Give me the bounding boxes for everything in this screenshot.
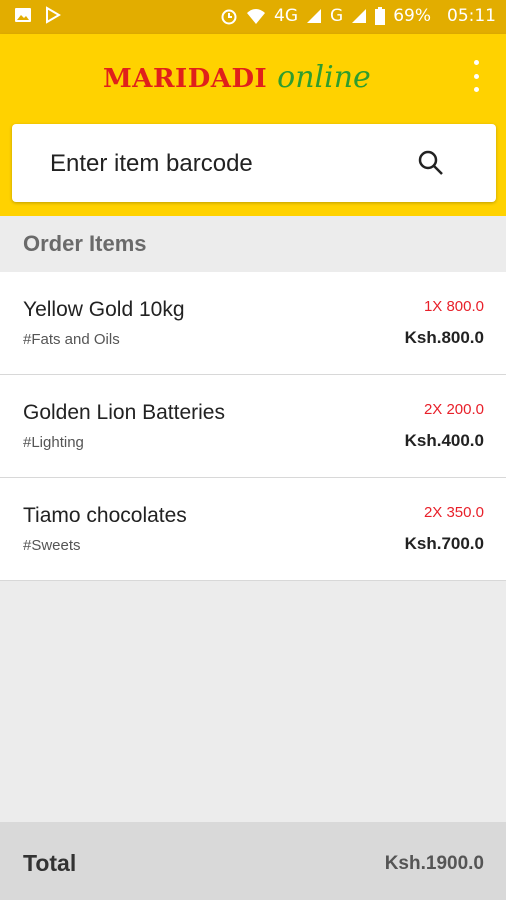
status-bar-left (14, 6, 62, 24)
status-bar: 4G G 69% 05:11 (0, 0, 506, 34)
barcode-input[interactable] (48, 146, 412, 182)
cell-signal-icon-2 (352, 9, 367, 23)
order-items-header: Order Items (0, 216, 506, 272)
app-bar: MARIDADI online (0, 34, 506, 216)
item-name: Yellow Gold 10kg (23, 298, 185, 321)
section-title: Order Items (23, 231, 147, 256)
brand-logo: MARIDADI online (103, 60, 371, 95)
item-total: Ksh.400.0 (404, 431, 484, 450)
order-total-footer: Total Ksh.1900.0 (0, 822, 506, 900)
list-item[interactable]: Yellow Gold 10kg #Fats and Oils 1X 800.0… (0, 272, 506, 375)
brand-tagline: online (277, 60, 371, 95)
item-category: #Fats and Oils (23, 331, 120, 348)
alarm-icon (221, 9, 237, 25)
barcode-search-box (12, 124, 496, 202)
item-category: #Sweets (23, 537, 81, 554)
item-qty-price: 1X 800.0 (423, 298, 484, 315)
search-icon[interactable] (416, 148, 446, 178)
item-name: Tiamo chocolates (23, 504, 187, 527)
battery-icon (375, 7, 386, 25)
item-qty-price: 2X 350.0 (423, 504, 484, 521)
order-items-list: Yellow Gold 10kg #Fats and Oils 1X 800.0… (0, 272, 506, 581)
item-total: Ksh.800.0 (404, 328, 484, 347)
total-label: Total (23, 850, 77, 876)
wifi-icon (247, 9, 266, 24)
battery-percent: 69% (393, 6, 431, 26)
network-g-label: G (330, 6, 344, 26)
brand-name: MARIDADI (103, 64, 268, 94)
cell-signal-icon (307, 9, 322, 23)
total-value: Ksh.1900.0 (384, 853, 484, 874)
image-icon (15, 8, 31, 22)
list-item[interactable]: Tiamo chocolates #Sweets 2X 350.0 Ksh.70… (0, 478, 506, 581)
item-total: Ksh.700.0 (404, 534, 484, 553)
item-qty-price: 2X 200.0 (423, 401, 484, 418)
more-vertical-icon[interactable] (466, 60, 486, 92)
item-category: #Lighting (23, 434, 84, 451)
clock: 05:11 (447, 6, 496, 26)
item-name: Golden Lion Batteries (23, 401, 225, 424)
list-item[interactable]: Golden Lion Batteries #Lighting 2X 200.0… (0, 375, 506, 478)
status-bar-right: 4G G 69% 05:11 (220, 6, 496, 26)
play-store-icon (46, 6, 61, 24)
network-4g-label: 4G (274, 6, 299, 26)
